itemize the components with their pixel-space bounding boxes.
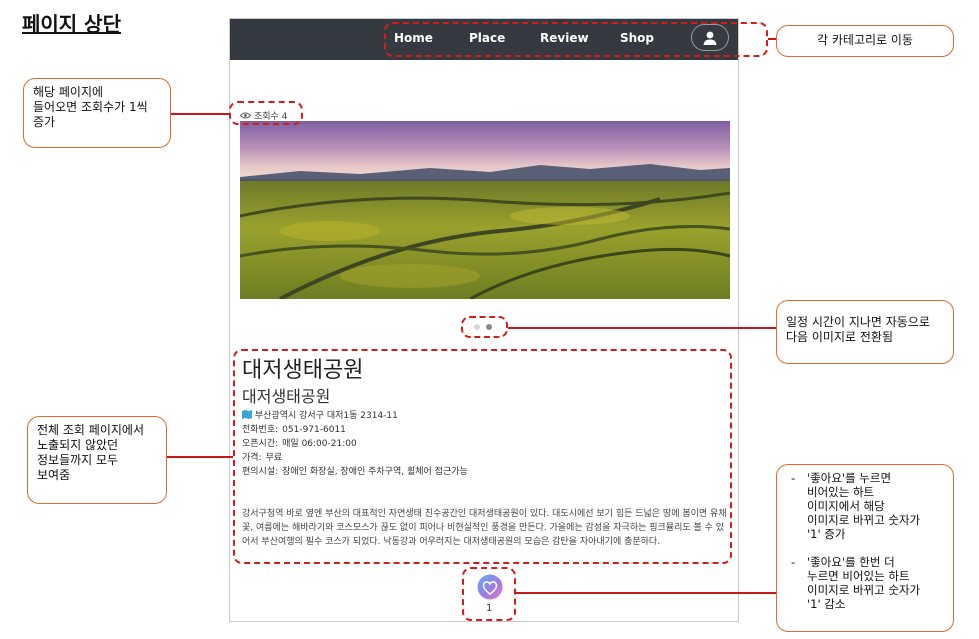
views-highlight <box>229 101 303 125</box>
note-like-item-2: '좋아요'를 한번 더 누르면 비어있는 하트 이미지로 바뀌고 숫자가 '1'… <box>789 555 947 611</box>
note-like-2-line-1: '좋아요'를 한번 더 <box>807 555 895 569</box>
note-views-line-1: 해당 페이지에 <box>33 85 104 99</box>
note-info-line-4: 보여줌 <box>37 468 71 482</box>
note-like-1-line-1: '좋아요'를 누르면 <box>807 471 892 485</box>
park-photo <box>240 121 730 299</box>
connector-views <box>170 113 229 115</box>
note-category: 각 카테고리로 이동 <box>776 25 954 57</box>
note-like-list: '좋아요'를 누르면 비어있는 하트 이미지에서 해당 이미지로 바뀌고 숫자가… <box>789 471 947 611</box>
note-like-1-line-3: 이미지에서 해당 <box>807 499 885 513</box>
note-views-line-2: 들어오면 조회수가 1씩 <box>33 100 148 114</box>
note-info-line-2: 노출되지 않았던 <box>37 438 119 452</box>
note-carousel: 일정 시간이 지나면 자동으로 다음 이미지로 전환됨 <box>776 300 954 364</box>
note-like-item-1: '좋아요'를 누르면 비어있는 하트 이미지에서 해당 이미지로 바뀌고 숫자가… <box>789 471 947 541</box>
like-highlight <box>462 567 516 621</box>
note-like-1-line-4: 이미지로 바뀌고 숫자가 <box>807 513 921 527</box>
note-info-line-1: 전체 조회 페이지에서 <box>37 423 144 437</box>
note-like-1-line-2: 비어있는 하트 <box>807 485 875 499</box>
image-carousel[interactable] <box>240 121 730 299</box>
connector-info <box>167 456 233 458</box>
note-info: 전체 조회 페이지에서 노출되지 않았던 정보들까지 모두 보여줌 <box>27 416 167 504</box>
note-info-line-3: 정보들까지 모두 <box>37 453 119 467</box>
note-carousel-line-1: 일정 시간이 지나면 자동으로 <box>786 315 930 329</box>
page-heading: 페이지 상단 <box>22 12 121 36</box>
note-like-1-line-5: '1' 증가 <box>807 527 846 541</box>
note-like-2-line-2: 누르면 비어있는 하트 <box>807 569 910 583</box>
note-like: '좋아요'를 누르면 비어있는 하트 이미지에서 해당 이미지로 바뀌고 숫자가… <box>776 464 954 632</box>
connector-carousel <box>508 327 778 329</box>
note-carousel-line-2: 다음 이미지로 전환됨 <box>786 330 893 344</box>
note-views: 해당 페이지에 들어오면 조회수가 1씩 증가 <box>23 78 171 148</box>
connector-like <box>516 592 776 594</box>
nav-highlight <box>384 22 768 57</box>
dots-highlight <box>461 316 508 338</box>
note-like-2-line-3: 이미지로 바뀌고 숫자가 <box>807 583 921 597</box>
note-like-2-line-4: '1' 감소 <box>807 597 846 611</box>
info-highlight <box>233 349 732 564</box>
note-views-line-3: 증가 <box>33 115 56 129</box>
